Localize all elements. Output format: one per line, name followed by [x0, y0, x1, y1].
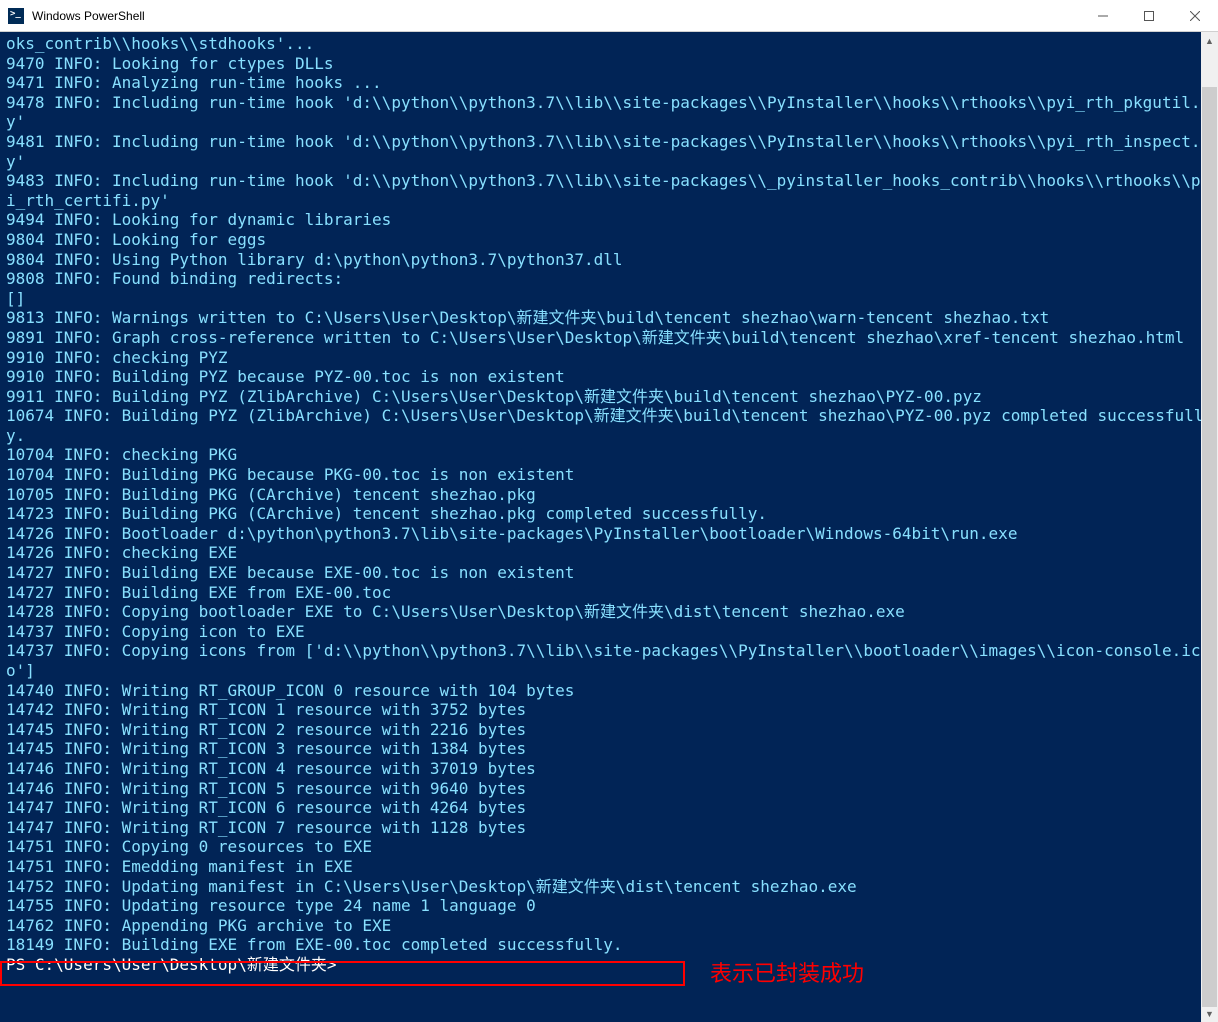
- console-line: 9808 INFO: Found binding redirects:: [6, 269, 343, 288]
- prompt-line: PS C:\Users\User\Desktop\新建文件夹>: [6, 955, 336, 974]
- console-line: 14726 INFO: Bootloader d:\python\python3…: [6, 524, 1017, 543]
- console-line: 14737 INFO: Copying icons from ['d:\\pyt…: [6, 641, 1200, 680]
- console-line: 14762 INFO: Appending PKG archive to EXE: [6, 916, 391, 935]
- window-titlebar[interactable]: Windows PowerShell: [0, 0, 1218, 32]
- console-line: 9910 INFO: checking PYZ: [6, 348, 228, 367]
- console-line: []: [6, 289, 25, 308]
- console-line: 10705 INFO: Building PKG (CArchive) tenc…: [6, 485, 536, 504]
- console-line: 14747 INFO: Writing RT_ICON 6 resource w…: [6, 798, 526, 817]
- console-line: 14755 INFO: Updating resource type 24 na…: [6, 896, 536, 915]
- console-line: 9471 INFO: Analyzing run-time hooks ...: [6, 73, 382, 92]
- scroll-down-icon[interactable]: ▼: [1201, 1005, 1218, 1022]
- console-line: 10704 INFO: Building PKG because PKG-00.…: [6, 465, 574, 484]
- console-line: 14726 INFO: checking EXE: [6, 543, 237, 562]
- console-line: 9481 INFO: Including run-time hook 'd:\\…: [6, 132, 1210, 171]
- minimize-button[interactable]: [1080, 0, 1126, 31]
- console-line: 9804 INFO: Looking for eggs: [6, 230, 266, 249]
- console-line: oks_contrib\\hooks\\stdhooks'...: [6, 34, 314, 53]
- console-line: 9813 INFO: Warnings written to C:\Users\…: [6, 308, 1049, 327]
- console-line: 14745 INFO: Writing RT_ICON 3 resource w…: [6, 739, 526, 758]
- console-line: 14751 INFO: Emedding manifest in EXE: [6, 857, 353, 876]
- console-line: 14727 INFO: Building EXE because EXE-00.…: [6, 563, 574, 582]
- console-line: 9804 INFO: Using Python library d:\pytho…: [6, 250, 623, 269]
- close-button[interactable]: [1172, 0, 1218, 31]
- console-line: 14740 INFO: Writing RT_GROUP_ICON 0 reso…: [6, 681, 574, 700]
- console-line: 14727 INFO: Building EXE from EXE-00.toc: [6, 583, 391, 602]
- console-line: 9483 INFO: Including run-time hook 'd:\\…: [6, 171, 1210, 210]
- console-line: 9910 INFO: Building PYZ because PYZ-00.t…: [6, 367, 565, 386]
- console-line: 14737 INFO: Copying icon to EXE: [6, 622, 305, 641]
- maximize-button[interactable]: [1126, 0, 1172, 31]
- console-line: 14742 INFO: Writing RT_ICON 1 resource w…: [6, 700, 526, 719]
- console-line: 14746 INFO: Writing RT_ICON 4 resource w…: [6, 759, 536, 778]
- console-line: 9911 INFO: Building PYZ (ZlibArchive) C:…: [6, 387, 982, 406]
- console-line: 9478 INFO: Including run-time hook 'd:\\…: [6, 93, 1210, 132]
- scroll-up-icon[interactable]: ▲: [1201, 32, 1218, 49]
- console-line: 14746 INFO: Writing RT_ICON 5 resource w…: [6, 779, 526, 798]
- console-line: 9470 INFO: Looking for ctypes DLLs: [6, 54, 334, 73]
- scrollbar-vertical[interactable]: ▲ ▼: [1201, 32, 1218, 1022]
- scrollbar-thumb[interactable]: [1202, 87, 1217, 1007]
- powershell-icon: [8, 8, 24, 24]
- console-line: 18149 INFO: Building EXE from EXE-00.toc…: [6, 935, 623, 954]
- console-line: 14751 INFO: Copying 0 resources to EXE: [6, 837, 372, 856]
- console-line: 9891 INFO: Graph cross-reference written…: [6, 328, 1184, 347]
- console-line: 10674 INFO: Building PYZ (ZlibArchive) C…: [6, 406, 1203, 445]
- console-output[interactable]: oks_contrib\\hooks\\stdhooks'... 9470 IN…: [0, 32, 1218, 975]
- console-line: 14728 INFO: Copying bootloader EXE to C:…: [6, 602, 905, 621]
- console-line: 14745 INFO: Writing RT_ICON 2 resource w…: [6, 720, 526, 739]
- console-line: 14747 INFO: Writing RT_ICON 7 resource w…: [6, 818, 526, 837]
- console-line: 14723 INFO: Building PKG (CArchive) tenc…: [6, 504, 767, 523]
- console-line: 10704 INFO: checking PKG: [6, 445, 237, 464]
- window-title: Windows PowerShell: [32, 9, 1080, 23]
- console-line: 14752 INFO: Updating manifest in C:\User…: [6, 877, 857, 896]
- console-line: 9494 INFO: Looking for dynamic libraries: [6, 210, 391, 229]
